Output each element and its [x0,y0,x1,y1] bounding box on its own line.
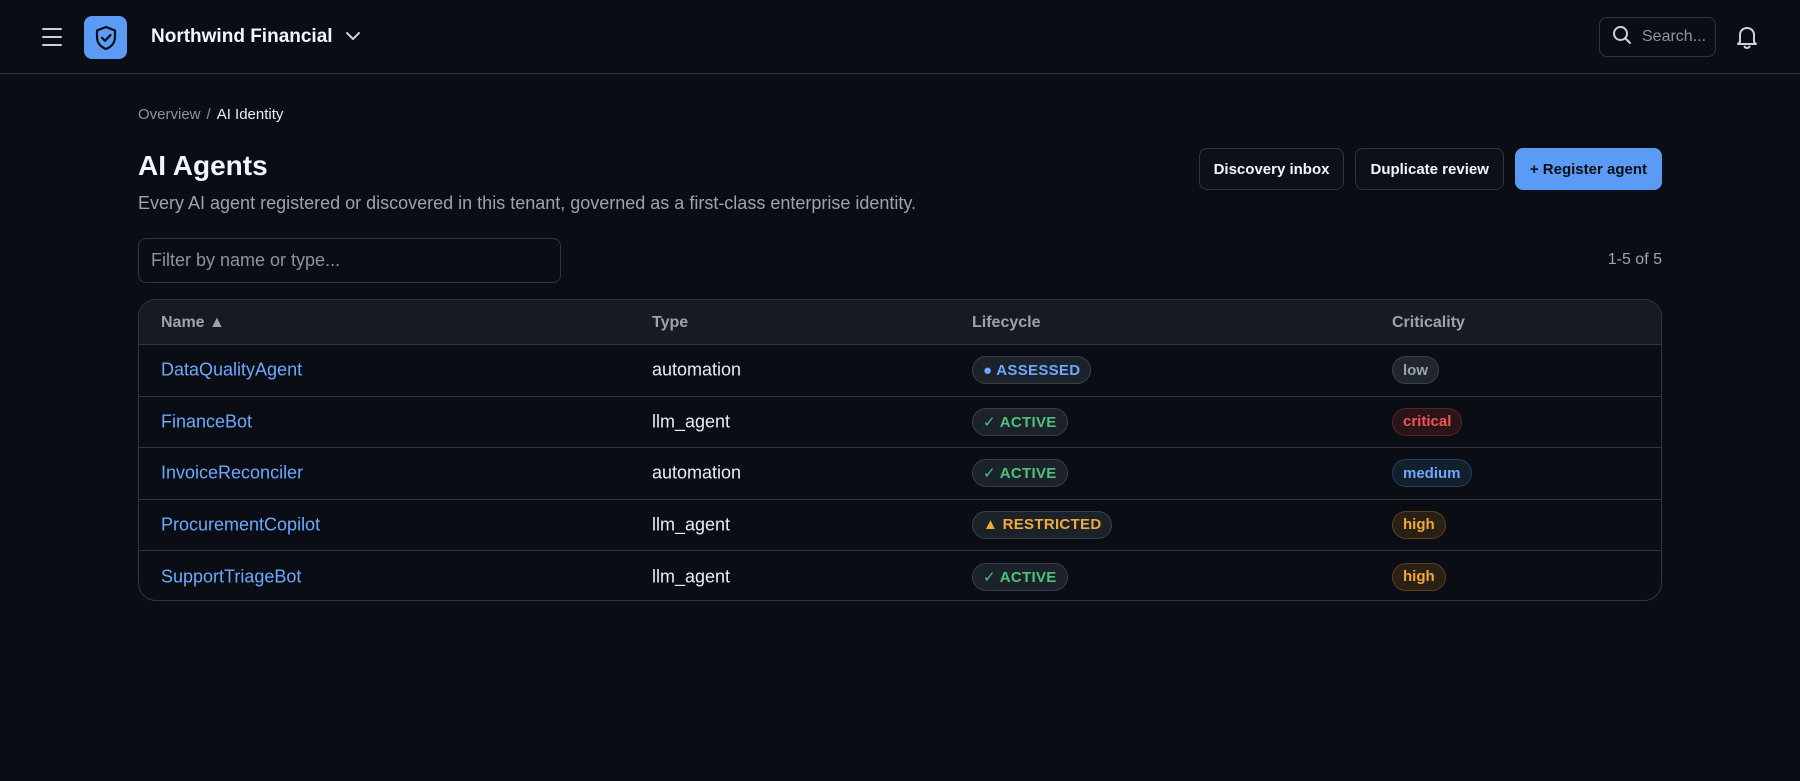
criticality-badge: low [1392,356,1439,385]
search-icon [1612,25,1632,50]
lifecycle-badge: ✓ ACTIVE [972,562,1068,591]
table-row[interactable]: SupportTriageBot llm_agent ✓ ACTIVE high [139,551,1661,600]
lifecycle-badge: ✓ ACTIVE [972,407,1068,436]
table-header: Name ▲ Type Lifecycle Criticality [139,300,1661,345]
breadcrumb-overview[interactable]: Overview [138,106,201,123]
criticality-badge: medium [1392,459,1472,488]
agents-table: Name ▲ Type Lifecycle Criticality DataQu… [138,299,1662,601]
filter-input[interactable] [138,238,561,283]
shield-check-icon[interactable] [84,16,127,59]
criticality-badge: high [1392,562,1446,591]
column-header-name[interactable]: Name ▲ [161,314,225,332]
criticality-badge: critical [1392,407,1463,436]
page-actions: Discovery inbox Duplicate review + Regis… [1198,148,1662,190]
agent-type: automation [652,462,742,483]
agent-name-link[interactable]: SupportTriageBot [161,566,301,587]
agent-type: llm_agent [652,411,731,432]
criticality-badge: high [1392,510,1446,539]
agent-name-link[interactable]: ProcurementCopilot [161,514,320,535]
lifecycle-badge: ✓ ACTIVE [972,459,1068,488]
pagination-summary: 1-5 of 5 [1607,251,1662,268]
table-row[interactable]: DataQualityAgent automation ● ASSESSED l… [139,345,1661,397]
register-agent-button[interactable]: + Register agent [1514,148,1662,190]
hamburger-icon[interactable] [40,26,64,48]
table-row[interactable]: FinanceBot llm_agent ✓ ACTIVE critical [139,397,1661,448]
agent-name-link[interactable]: DataQualityAgent [161,360,302,381]
discovery-inbox-button[interactable]: Discovery inbox [1198,148,1345,190]
search-placeholder: Search... [1642,28,1707,45]
agent-type: automation [652,359,742,380]
chevron-down-icon [345,28,361,46]
column-header-lifecycle[interactable]: Lifecycle [972,314,1040,332]
page-description: Every AI agent registered or discovered … [138,193,917,213]
table-row[interactable]: ProcurementCopilot llm_agent ▲ RESTRICTE… [139,500,1661,551]
agent-type: llm_agent [652,566,731,587]
tenant-switcher[interactable]: Northwind Financial [151,24,361,50]
bell-icon[interactable] [1734,24,1760,50]
page-title: AI Agents [138,150,268,181]
column-header-type[interactable]: Type [652,314,688,332]
column-header-criticality[interactable]: Criticality [1392,314,1465,332]
agent-name-link[interactable]: FinanceBot [161,411,252,432]
breadcrumb-separator: / [206,106,211,123]
lifecycle-badge: ▲ RESTRICTED [972,510,1113,539]
lifecycle-badge: ● ASSESSED [972,356,1092,385]
tenant-name: Northwind Financial [151,26,333,47]
global-search[interactable]: Search... [1599,17,1716,57]
breadcrumb: Overview / AI Identity [138,106,283,123]
duplicate-review-button[interactable]: Duplicate review [1355,148,1504,190]
table-row[interactable]: InvoiceReconciler automation ✓ ACTIVE me… [139,448,1661,500]
top-bar: Northwind Financial Search... [0,0,1800,74]
agent-type: llm_agent [652,514,731,535]
breadcrumb-current: AI Identity [216,106,284,123]
agent-name-link[interactable]: InvoiceReconciler [161,463,303,484]
